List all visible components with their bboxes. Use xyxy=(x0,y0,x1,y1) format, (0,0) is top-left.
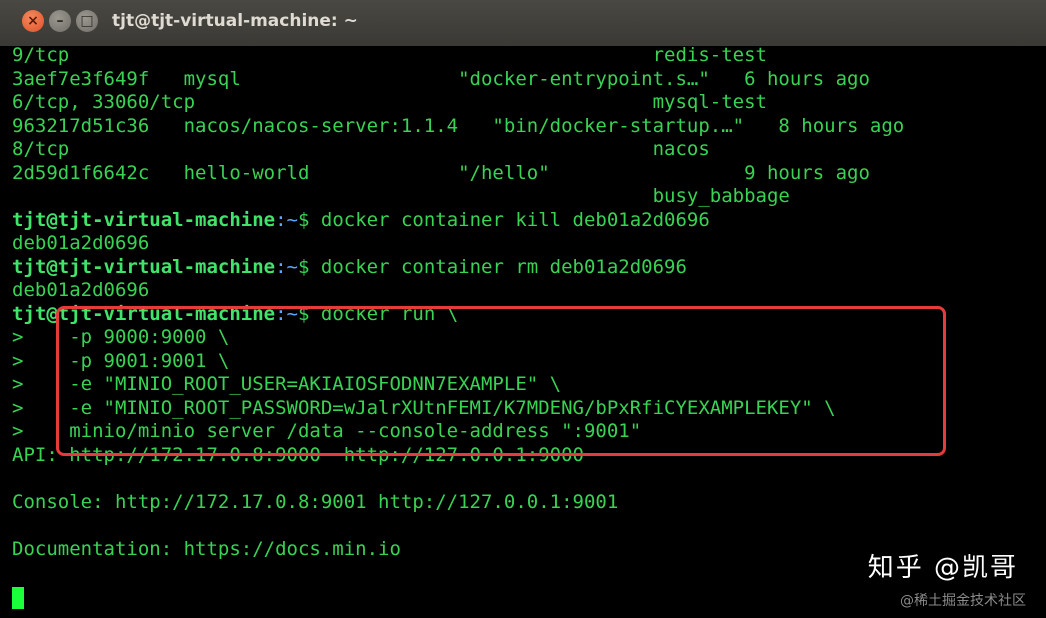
prompt-command: $ docker container kill deb01a2d0696 xyxy=(298,208,710,231)
output-line: 963217d51c36 nacos/nacos-server:1.1.4 "b… xyxy=(12,114,905,137)
close-icon: × xyxy=(27,13,39,29)
output-line: 6/tcp, 33060/tcp mysql-test xyxy=(12,91,767,113)
prompt-user: tjt@tjt-virtual-machine xyxy=(12,255,276,278)
maximize-icon: □ xyxy=(80,13,94,29)
minimize-button[interactable]: – xyxy=(49,10,71,32)
title-bar[interactable]: × – □ tjt@tjt-virtual-machine: ~ xyxy=(0,0,1046,46)
maximize-button[interactable]: □ xyxy=(76,10,98,32)
prompt-line: tjt@tjt-virtual-machine:~$ docker contai… xyxy=(12,209,904,233)
prompt-path: :~ xyxy=(275,208,298,231)
output-line: 9/tcp redis-test xyxy=(12,46,767,66)
terminal-lines: 9/tcp redis-test 3aef7e3f649f mysql "dock… xyxy=(12,46,904,561)
prompt-command: $ docker container rm deb01a2d0696 xyxy=(298,255,687,278)
output-line: Console: http://172.17.0.8:9001 http://1… xyxy=(12,490,619,513)
zhihu-watermark: 知乎 @凯哥 xyxy=(867,553,1018,583)
output-line: Documentation: https://docs.min.io xyxy=(12,537,401,560)
output-line: 8/tcp nacos xyxy=(12,138,710,160)
output-line: deb01a2d0696 xyxy=(12,279,150,301)
prompt-path: :~ xyxy=(275,255,298,278)
red-highlight-box xyxy=(56,306,946,456)
output-line: 3aef7e3f649f mysql "docker-entrypoint.s…… xyxy=(12,67,870,90)
terminal-output[interactable]: 9/tcp redis-test 3aef7e3f649f mysql "dock… xyxy=(0,46,1046,618)
output-line: busy_babbage xyxy=(12,185,790,207)
window-title: tjt@tjt-virtual-machine: ~ xyxy=(112,11,358,31)
output-line: deb01a2d0696 xyxy=(12,232,150,254)
prompt-line: tjt@tjt-virtual-machine:~$ docker contai… xyxy=(12,256,904,280)
minimize-icon: – xyxy=(56,13,64,29)
close-button[interactable]: × xyxy=(22,10,44,32)
juejin-watermark: @稀土掘金技术社区 xyxy=(900,593,1026,609)
text-cursor xyxy=(12,587,24,609)
prompt-user: tjt@tjt-virtual-machine xyxy=(12,208,276,231)
output-line: 2d59d1f6642c hello-world "/hello" 9 hour… xyxy=(12,161,870,184)
terminal-window: × – □ tjt@tjt-virtual-machine: ~ 9/tcp r… xyxy=(0,0,1046,618)
